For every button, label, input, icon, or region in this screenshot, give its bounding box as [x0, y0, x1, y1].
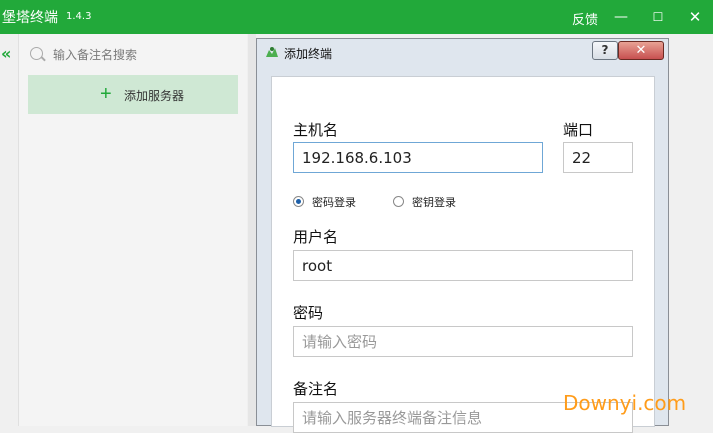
- close-button[interactable]: ✕: [678, 0, 712, 34]
- title-bar: 堡塔终端 1.4.3 反馈 — ☐ ✕: [0, 0, 713, 34]
- collapse-icon[interactable]: «: [1, 44, 11, 63]
- dialog-body: 主机名 端口 密码登录 密钥登录 用户名 密码 备注名: [271, 76, 655, 433]
- host-field[interactable]: [293, 142, 543, 173]
- password-login-radio[interactable]: [293, 196, 304, 207]
- password-field[interactable]: [293, 326, 633, 357]
- help-button[interactable]: ?: [592, 41, 618, 60]
- add-terminal-dialog: 添加终端 ? ✕ 主机名 端口 密码登录 密钥登录 用户名 密码 备注名: [256, 38, 669, 433]
- username-label: 用户名: [293, 228, 339, 246]
- app-version: 1.4.3: [66, 11, 92, 22]
- password-login-label[interactable]: 密码登录: [312, 194, 356, 210]
- maximize-button[interactable]: ☐: [641, 0, 675, 34]
- add-server-button[interactable]: + 添加服务器: [28, 75, 238, 114]
- dialog-close-button[interactable]: ✕: [618, 41, 664, 60]
- app-logo-icon: [266, 47, 278, 57]
- password-label: 密码: [293, 304, 324, 322]
- add-server-label: 添加服务器: [124, 89, 185, 103]
- minimize-button[interactable]: —: [604, 0, 638, 34]
- server-panel: + 添加服务器: [19, 34, 247, 426]
- port-label: 端口: [563, 121, 594, 139]
- collapse-strip: «: [0, 34, 19, 426]
- watermark: Downyi.com: [563, 391, 687, 415]
- app-title: 堡塔终端: [2, 10, 58, 26]
- host-label: 主机名: [293, 121, 339, 139]
- search-input[interactable]: [53, 45, 233, 65]
- dialog-title: 添加终端: [284, 47, 333, 61]
- port-field[interactable]: [563, 142, 633, 173]
- feedback-link[interactable]: 反馈: [572, 9, 598, 28]
- remark-label: 备注名: [293, 380, 339, 398]
- key-login-label[interactable]: 密钥登录: [412, 194, 456, 210]
- search-icon: [30, 47, 43, 60]
- username-field[interactable]: [293, 250, 633, 281]
- panel-divider: [248, 34, 256, 426]
- plus-icon: +: [100, 83, 112, 105]
- key-login-radio[interactable]: [393, 196, 404, 207]
